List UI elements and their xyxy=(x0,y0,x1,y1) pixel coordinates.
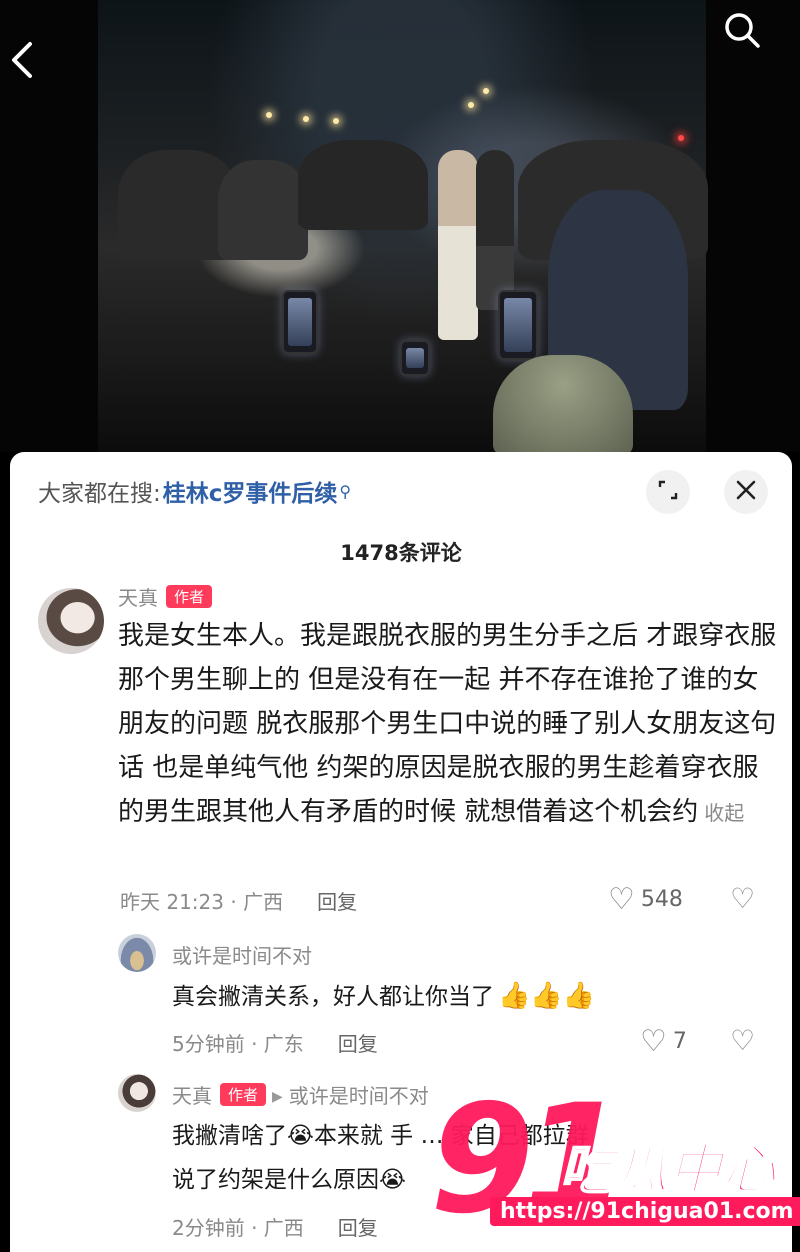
reply-author[interactable]: 天真 作者 ▶ 或许是时间不对 xyxy=(172,1080,429,1109)
expand-icon xyxy=(657,479,679,505)
video-frame xyxy=(98,0,708,452)
search-icon: ⚲ xyxy=(339,481,352,501)
author-badge: 作者 xyxy=(166,585,213,608)
back-button[interactable] xyxy=(4,40,38,84)
reply-to-user[interactable]: 或许是时间不对 xyxy=(289,1084,429,1108)
comment-count: 1478条评论 xyxy=(340,541,462,565)
collapse-link[interactable]: 收起 xyxy=(704,801,744,825)
avatar[interactable] xyxy=(118,1074,156,1112)
thumbs-up-icon: 👍👍👍 xyxy=(498,981,596,1011)
reply-text-line: 说了约架是什么原因😭 xyxy=(172,1167,406,1193)
like-button[interactable]: ♡ 548 xyxy=(608,882,683,917)
like-button[interactable]: ♡ 7 xyxy=(640,1024,687,1059)
comment-meta: 昨天 21:23 · 广西 回复 xyxy=(120,886,357,915)
reply-button[interactable]: 回复 xyxy=(338,1028,378,1057)
comment-author[interactable]: 天真 作者 xyxy=(118,582,213,611)
heart-icon: ♡ xyxy=(640,1024,667,1059)
expand-button[interactable] xyxy=(646,470,690,514)
reply-meta: 5分钟前 · 广东 回复 xyxy=(172,1028,378,1057)
heart-icon: ♡ xyxy=(608,882,635,917)
reply-text: 真会撇清关系，好人都让你当了 👍👍👍 xyxy=(172,981,596,1011)
comment-text: 我是女生本人。我是跟脱衣服的男生分手之后 才跟穿衣服那个男生聊上的 但是没有在一… xyxy=(118,621,777,827)
reply-button[interactable]: 回复 xyxy=(338,1212,378,1241)
avatar[interactable] xyxy=(38,588,104,654)
reply-arrow-icon: ▶ xyxy=(272,1089,283,1105)
search-button[interactable] xyxy=(718,8,766,56)
reply-meta: 2分钟前 · 广西 回复 xyxy=(172,1212,378,1241)
chevron-left-icon xyxy=(8,40,34,84)
like-count: 548 xyxy=(640,887,683,912)
search-prefix: 大家都在搜: xyxy=(38,481,161,507)
suggested-search[interactable]: 大家都在搜: 桂林c罗事件后续 ⚲ xyxy=(38,474,351,508)
reply-time: 5分钟前 · 广东 xyxy=(172,1032,304,1056)
search-keyword[interactable]: 桂林c罗事件后续 xyxy=(163,474,338,508)
reply-author[interactable]: 或许是时间不对 xyxy=(172,940,312,969)
video-player[interactable] xyxy=(0,0,800,452)
broken-heart-icon[interactable]: ♡ xyxy=(730,882,755,915)
reply-time: 2分钟前 · 广西 xyxy=(172,1216,304,1240)
close-icon xyxy=(735,479,757,505)
reply-button[interactable]: 回复 xyxy=(317,886,357,915)
author-badge: 作者 xyxy=(220,1083,267,1106)
close-button[interactable] xyxy=(724,470,768,514)
search-icon xyxy=(722,10,762,54)
like-count: 7 xyxy=(672,1029,687,1054)
broken-heart-icon[interactable]: ♡ xyxy=(730,1024,755,1057)
comment-time: 昨天 21:23 · 广西 xyxy=(120,890,284,914)
comment-sheet: 大家都在搜: 桂林c罗事件后续 ⚲ 1478条评论 天真 作者 我是女生本人。我是… xyxy=(10,452,792,1252)
reply-text-line: 我撇清啥了😭本来就 手 … 家自己都拉群 xyxy=(172,1123,589,1149)
avatar[interactable] xyxy=(118,934,156,972)
